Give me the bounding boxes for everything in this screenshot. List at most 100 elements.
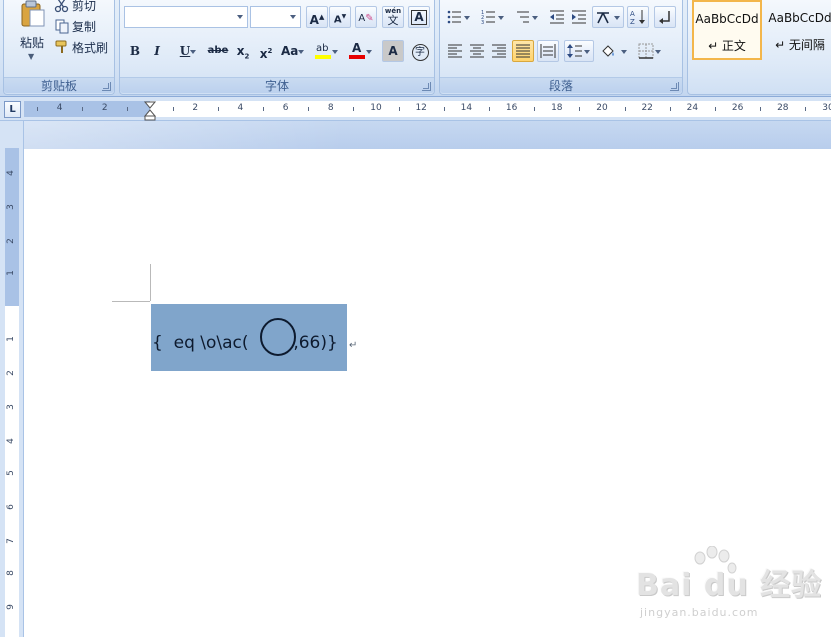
font-group: A▲ A▼ A✎ wén 文 A B I U abe x2 x2 Aa ab A… xyxy=(119,0,435,95)
font-size-dropdown-icon[interactable] xyxy=(286,7,300,27)
ruler-number: 26 xyxy=(731,103,744,113)
bold-label: B xyxy=(129,44,141,58)
ruler-tick xyxy=(579,107,581,111)
align-right-button[interactable] xyxy=(488,40,510,62)
font-color-button[interactable]: A xyxy=(346,40,376,62)
format-painter-button[interactable]: 格式刷 xyxy=(54,38,108,58)
copy-button[interactable]: 复制 xyxy=(54,17,96,37)
paragraph-group: 1 2 3 A Z 段落 xyxy=(439,0,683,95)
crop-mark-horizontal xyxy=(112,301,150,302)
ruler-tick xyxy=(263,107,264,111)
phonetic-guide-button[interactable]: wén 文 xyxy=(382,6,404,28)
copy-icon xyxy=(55,19,69,34)
text-highlight-button[interactable]: ab xyxy=(312,40,342,62)
scissors-icon xyxy=(54,0,69,13)
paragraph-dialog-launcher-icon[interactable] xyxy=(670,82,679,91)
paste-button[interactable]: 粘贴 ▼ xyxy=(12,0,52,66)
character-shading-button[interactable]: A xyxy=(382,40,404,62)
multilevel-list-icon xyxy=(517,11,529,23)
superscript-button[interactable]: x2 xyxy=(255,40,277,62)
svg-text:3: 3 xyxy=(481,20,484,25)
vertical-ruler-number: 7 xyxy=(5,538,16,544)
shading-button[interactable] xyxy=(597,40,631,62)
ruler-tick xyxy=(624,107,626,111)
ruler-number: 14 xyxy=(460,103,473,113)
document-top-band xyxy=(24,121,831,149)
ruler-number: 20 xyxy=(596,103,608,113)
enclosing-circle-icon xyxy=(260,318,296,356)
increase-indent-icon xyxy=(572,10,586,24)
ruler-tick xyxy=(534,107,536,111)
borders-button[interactable] xyxy=(635,40,665,62)
tab-selector-button[interactable]: L xyxy=(4,101,21,118)
format-painter-label: 格式刷 xyxy=(72,41,109,55)
multilevel-list-button[interactable] xyxy=(512,6,542,28)
align-center-button[interactable] xyxy=(466,40,488,62)
enclose-characters-button[interactable]: 字 xyxy=(409,40,431,62)
chinese-layout-icon xyxy=(597,12,609,24)
clipboard-dialog-launcher-icon[interactable] xyxy=(102,82,111,91)
strikethrough-button[interactable]: abe xyxy=(205,40,231,62)
cut-button[interactable]: 剪切 xyxy=(54,0,96,16)
ruler-number: 10 xyxy=(370,103,382,113)
ruler-left-margin xyxy=(24,101,150,117)
paint-bucket-icon xyxy=(602,45,614,57)
field-code-text[interactable]: { eq \o\ac( ,66)} xyxy=(152,333,338,353)
ribbon: 粘贴 ▼ 剪切 复制 格式刷 剪贴板 A▲ A▼ A✎ wén 文 A B I … xyxy=(0,0,831,97)
font-size-combo[interactable] xyxy=(250,6,301,28)
vertical-ruler-number: 3 xyxy=(5,404,16,410)
underline-button[interactable]: U xyxy=(170,40,200,62)
distributed-button[interactable] xyxy=(537,40,559,62)
sort-button[interactable]: AZ xyxy=(627,6,649,28)
font-dialog-launcher-icon[interactable] xyxy=(422,82,431,91)
horizontal-ruler[interactable]: 4 2 2 4 6 8 10 12 14 16 18 20 22 24 26 28 30 xyxy=(24,101,831,121)
justify-button[interactable] xyxy=(512,40,534,62)
vertical-ruler[interactable]: 4 3 2 1 1 2 3 4 5 6 7 8 9 xyxy=(5,148,19,637)
font-name-combo[interactable] xyxy=(124,6,248,28)
show-hide-marks-button[interactable] xyxy=(654,6,676,28)
format-painter-icon xyxy=(55,40,67,53)
subscript-button[interactable]: x2 xyxy=(232,40,254,62)
ruler-tick xyxy=(82,107,84,111)
style-normal[interactable]: AaBbCcDd ↵ 正文 xyxy=(692,0,762,60)
shrink-font-label: A xyxy=(333,14,342,26)
character-border-button[interactable]: A xyxy=(408,6,430,28)
clipboard-group: 粘贴 ▼ 剪切 复制 格式刷 剪贴板 xyxy=(3,0,115,95)
first-line-indent-marker-icon[interactable] xyxy=(144,101,156,121)
shrink-font-button[interactable]: A▼ xyxy=(329,6,351,28)
ruler-number: 4 xyxy=(237,103,244,113)
ruler-number: 2 xyxy=(101,103,108,113)
ruler-number: 2 xyxy=(192,103,199,113)
clear-formatting-button[interactable]: A✎ xyxy=(355,6,377,28)
font-name-dropdown-icon[interactable] xyxy=(233,7,247,27)
ruler-tick xyxy=(127,107,129,111)
bold-button[interactable]: B xyxy=(124,40,146,62)
ruler-number: 6 xyxy=(282,103,289,113)
chinese-layout-button[interactable] xyxy=(592,6,624,28)
bullets-button[interactable] xyxy=(444,6,474,28)
clear-format-icon: A✎ xyxy=(358,13,374,24)
vertical-ruler-number: 8 xyxy=(5,570,16,576)
paste-label: 粘贴 xyxy=(19,36,44,50)
line-spacing-button[interactable] xyxy=(564,40,594,62)
cut-label: 剪切 xyxy=(72,0,97,13)
style-normal-name: ↵ 正文 xyxy=(708,39,746,53)
numbering-button[interactable]: 1 2 3 xyxy=(478,6,508,28)
style-no-spacing[interactable]: AaBbCcDd ↵ 无间隔 xyxy=(765,0,831,60)
grow-font-button[interactable]: A▲ xyxy=(306,6,328,28)
change-case-button[interactable]: Aa xyxy=(278,40,308,62)
vertical-ruler-number: 1 xyxy=(5,270,16,276)
align-right-icon xyxy=(492,44,506,58)
highlight-label: ab xyxy=(316,43,329,54)
italic-button[interactable]: I xyxy=(146,40,168,62)
ruler-tick xyxy=(172,107,174,111)
ruler-tick xyxy=(398,107,400,111)
sort-icon: AZ xyxy=(630,10,645,25)
ruler-number: 28 xyxy=(777,103,789,113)
numbered-list-icon: 1 2 3 xyxy=(481,10,495,25)
paste-dropdown-icon[interactable]: ▼ xyxy=(28,52,34,61)
increase-indent-button[interactable] xyxy=(568,6,590,28)
align-left-button[interactable] xyxy=(444,40,466,62)
border-grid-icon xyxy=(638,43,654,59)
decrease-indent-button[interactable] xyxy=(546,6,568,28)
